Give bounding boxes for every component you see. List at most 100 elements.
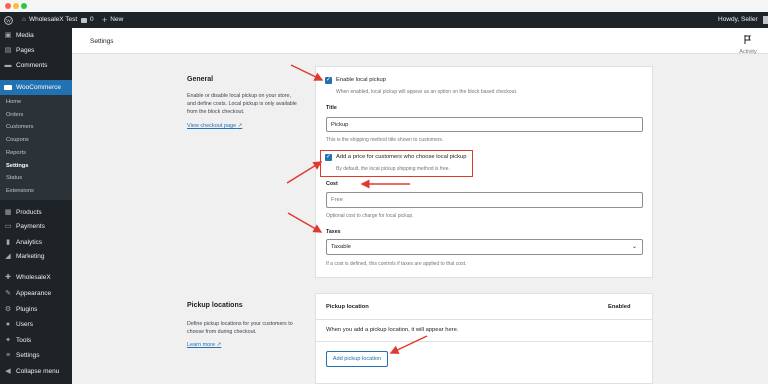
- taxes-help: If a cost is defined, this controls if t…: [326, 261, 467, 267]
- activity-button[interactable]: Activity: [736, 31, 760, 55]
- submenu-item-orders[interactable]: Orders: [6, 112, 23, 118]
- sidebar-item-label: Comments: [16, 61, 48, 69]
- comments-link[interactable]: 0: [81, 12, 94, 28]
- learn-more-label: Learn more: [187, 342, 216, 348]
- pickup-locations-description: Define pickup locations for your custome…: [187, 321, 293, 335]
- submenu-item-coupons[interactable]: Coupons: [6, 137, 29, 143]
- cost-help: Optional cost to charge for local pickup…: [326, 213, 414, 219]
- products-icon: ▦: [4, 209, 12, 216]
- comment-bubble-icon: [81, 17, 87, 23]
- sidebar-item-label: Marketing: [16, 252, 45, 260]
- sidebar-item-label: Users: [16, 320, 33, 328]
- submenu-item-extensions[interactable]: Extensions: [6, 188, 34, 194]
- wordpress-logo-icon[interactable]: W: [4, 12, 13, 28]
- sidebar-item-marketing[interactable]: ◢ Marketing: [0, 249, 72, 263]
- view-checkout-label: View checkout page: [187, 123, 237, 129]
- window-titlebar: [0, 0, 768, 12]
- media-icon: ▣: [4, 32, 12, 39]
- taxes-select[interactable]: Taxable ⌄: [326, 239, 643, 255]
- sidebar-item-appearance[interactable]: ✎ Appearance: [0, 286, 72, 300]
- title-input[interactable]: Pickup: [326, 117, 643, 132]
- pickup-locations-panel: Pickup location Enabled When you add a p…: [315, 293, 653, 384]
- sidebar-item-settings[interactable]: ≡ Settings: [0, 348, 72, 362]
- close-window-button[interactable]: [5, 3, 11, 9]
- page-title: Settings: [90, 38, 114, 45]
- howdy-text: Howdy, Seller: [718, 16, 758, 23]
- pickup-location-column-header: Pickup location: [326, 304, 369, 310]
- avatar: [762, 16, 768, 24]
- site-name: WholesaleX Test: [28, 16, 78, 23]
- general-description: Enable or disable local pickup on your s…: [187, 93, 297, 115]
- sidebar-item-label: Plugins: [16, 305, 38, 313]
- sidebar-item-collapse-menu[interactable]: ◀ Collapse menu: [0, 364, 72, 378]
- view-checkout-link[interactable]: View checkout page ↗: [187, 123, 242, 129]
- taxes-label: Taxes: [326, 229, 341, 235]
- taxes-value: Taxable: [331, 244, 351, 250]
- sidebar-item-label: Settings: [16, 351, 40, 359]
- comments-icon: ▬: [4, 61, 12, 69]
- empty-state-text: When you add a pickup location, it will …: [326, 327, 459, 333]
- cost-input[interactable]: Free: [326, 192, 643, 208]
- woocommerce-submenu: Home Orders Customers Coupons Reports Setting…: [0, 95, 72, 200]
- sidebar-item-label: Analytics: [16, 238, 43, 246]
- submenu-item-home[interactable]: Home: [6, 99, 21, 105]
- enable-local-pickup-checkbox[interactable]: ✓: [325, 77, 332, 84]
- submenu-item-reports[interactable]: Reports: [6, 150, 26, 156]
- maximize-window-button[interactable]: [21, 3, 27, 9]
- plus-icon: +: [102, 15, 108, 25]
- site-name-link[interactable]: ⌂ WholesaleX Test: [22, 12, 77, 28]
- general-heading: General: [187, 76, 214, 83]
- enabled-column-header: Enabled: [608, 304, 631, 310]
- sidebar-item-comments[interactable]: ▬ Comments: [0, 58, 72, 72]
- sidebar-item-wholesalex[interactable]: ✚ WholesaleX: [0, 270, 72, 284]
- add-pickup-location-label: Add pickup location: [332, 356, 382, 362]
- title-label: Title: [326, 105, 337, 111]
- analytics-icon: ▮: [6, 239, 10, 246]
- new-content-link[interactable]: + New: [102, 12, 123, 28]
- enable-local-pickup-label: Enable local pickup: [336, 77, 386, 83]
- home-icon: ⌂: [22, 16, 26, 23]
- settings-icon: ≡: [5, 351, 11, 359]
- sidebar-item-payments[interactable]: ▭ Payments: [0, 219, 72, 233]
- submenu-item-status[interactable]: Status: [6, 175, 22, 181]
- page-header: Settings Activity: [72, 28, 768, 55]
- sidebar-item-woocommerce[interactable]: WooCommerce: [0, 80, 72, 95]
- sidebar-item-label: Collapse menu: [16, 367, 60, 375]
- title-value: Pickup: [331, 121, 349, 128]
- sidebar-item-label: Appearance: [16, 289, 52, 297]
- admin-sidebar: ▣ Media ▤ Pages ▬ Comments WooCommerce Home Or…: [0, 28, 72, 384]
- submenu-item-settings[interactable]: Settings: [6, 163, 28, 169]
- sidebar-item-plugins[interactable]: ⚙ Plugins: [0, 302, 72, 316]
- sidebar-item-label: Pages: [16, 46, 35, 54]
- chevron-down-icon: ⌄: [631, 244, 637, 250]
- admin-bar: W ⌂ WholesaleX Test 0 + New Howdy, Selle…: [0, 12, 768, 28]
- submenu-item-customers[interactable]: Customers: [6, 124, 34, 130]
- add-pickup-location-button[interactable]: Add pickup location: [326, 351, 388, 367]
- sidebar-item-label: Tools: [16, 336, 32, 344]
- users-icon: ●: [5, 320, 11, 328]
- sidebar-item-tools[interactable]: ✦ Tools: [0, 333, 72, 347]
- new-label: New: [110, 16, 124, 23]
- sidebar-item-media[interactable]: ▣ Media: [0, 28, 72, 42]
- sidebar-item-label: Products: [16, 208, 42, 216]
- minimize-window-button[interactable]: [13, 3, 19, 9]
- payments-icon: ▭: [4, 223, 12, 230]
- activity-label: Activity: [739, 49, 757, 55]
- external-link-icon: ↗: [237, 123, 243, 129]
- enable-local-pickup-help: When enabled, local pickup will appear a…: [336, 89, 518, 95]
- sidebar-item-products[interactable]: ▦ Products: [0, 205, 72, 219]
- external-link-icon: ↗: [216, 342, 222, 348]
- sidebar-item-label: Media: [16, 31, 34, 39]
- sidebar-item-analytics[interactable]: ▮ Analytics: [0, 235, 72, 249]
- appearance-icon: ✎: [5, 290, 11, 297]
- learn-more-link[interactable]: Learn more ↗: [187, 342, 221, 348]
- cost-placeholder: Free: [331, 197, 343, 203]
- pickup-locations-heading: Pickup locations: [187, 302, 243, 309]
- sidebar-item-users[interactable]: ● Users: [0, 317, 72, 331]
- user-account-menu[interactable]: Howdy, Seller: [718, 12, 768, 28]
- price-annotation-box: [320, 150, 473, 177]
- title-help: This is the shipping method title shown …: [326, 137, 444, 143]
- pages-icon: ▤: [4, 47, 12, 54]
- flag-icon: [744, 35, 751, 44]
- sidebar-item-pages[interactable]: ▤ Pages: [0, 43, 72, 57]
